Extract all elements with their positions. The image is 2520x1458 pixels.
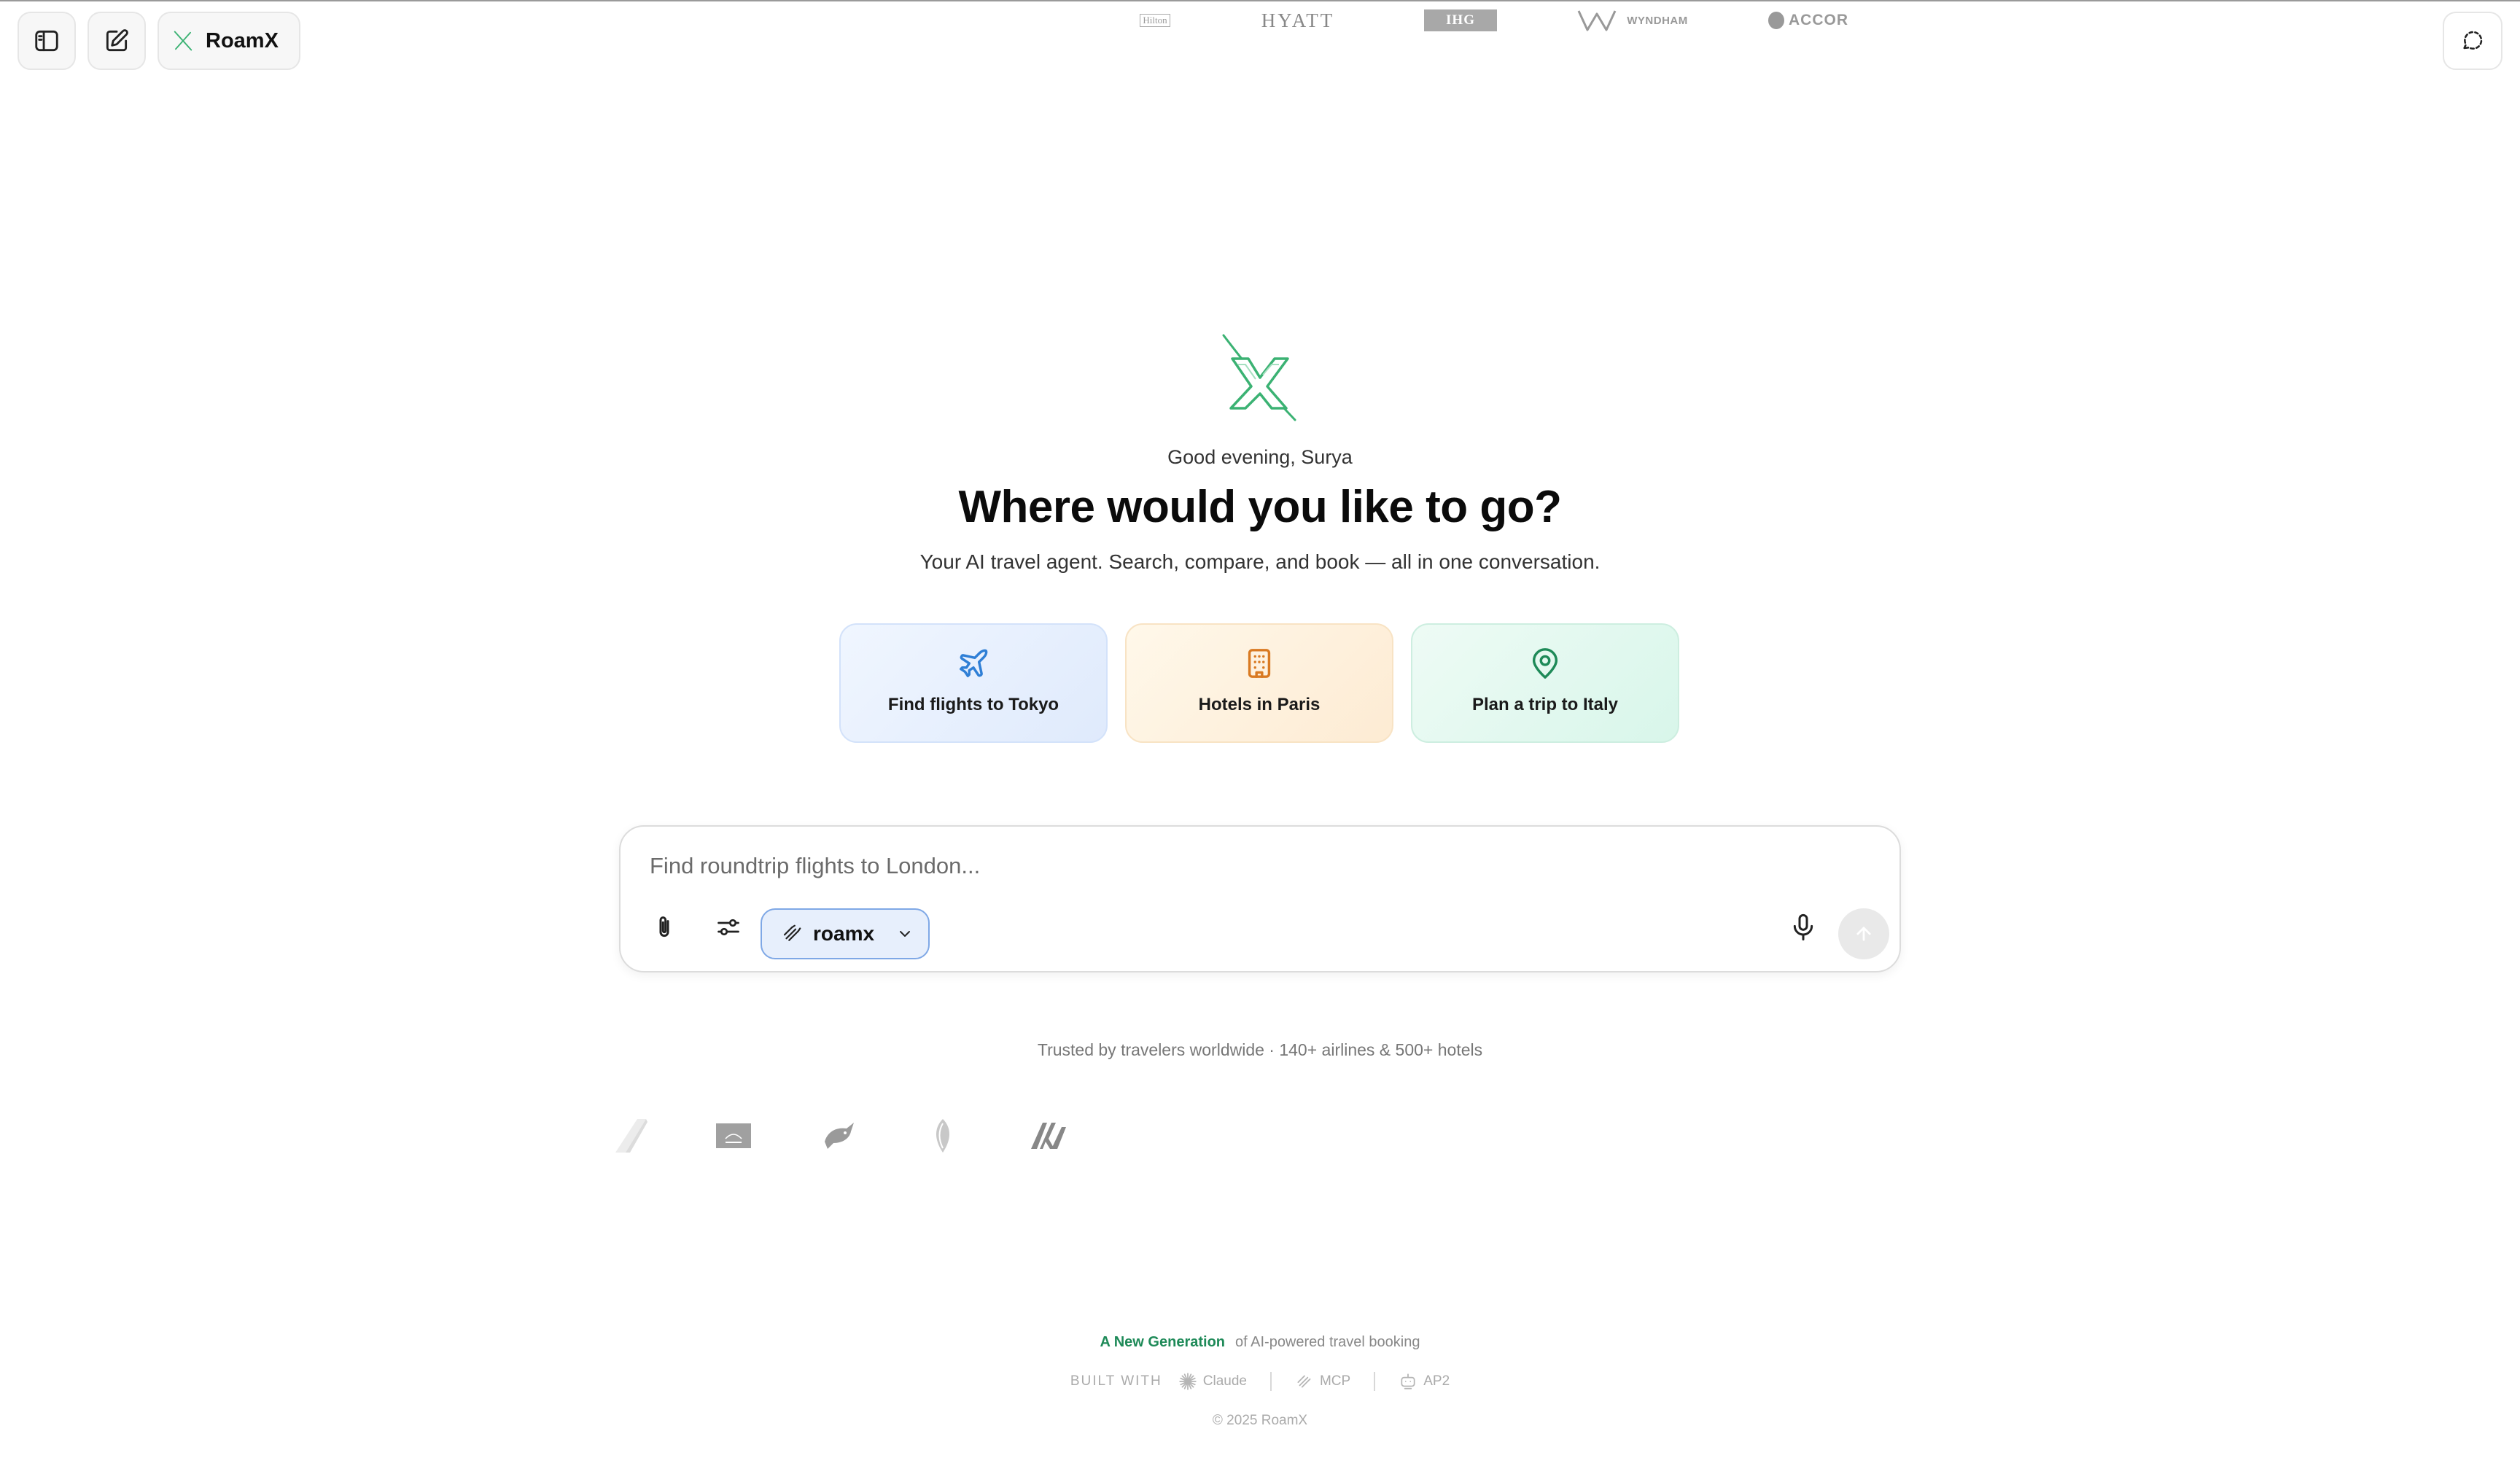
claude-spark-icon bbox=[1179, 1373, 1197, 1390]
built-with-label: BUILT WITH bbox=[1070, 1373, 1162, 1389]
footer-built-with: BUILT WITH Claude MCP AP2 bbox=[0, 1372, 2520, 1391]
built-with-mcp: MCP bbox=[1295, 1372, 1350, 1391]
wyndham-w-icon bbox=[1577, 10, 1617, 31]
new-chat-button[interactable] bbox=[88, 12, 146, 70]
accor-dot-icon bbox=[1768, 12, 1784, 29]
temporary-chat-button[interactable] bbox=[2443, 12, 2502, 70]
brand-label: RoamX bbox=[206, 28, 279, 52]
greeting-text: Good evening, Surya bbox=[1167, 446, 1353, 468]
paperclip-icon bbox=[659, 916, 669, 937]
page-subtitle: Your AI travel agent. Search, compare, a… bbox=[919, 550, 1601, 573]
roamx-logo-icon bbox=[174, 31, 192, 51]
chevron-down-icon bbox=[900, 931, 910, 937]
qatar-oryx-logo-icon bbox=[820, 1115, 859, 1156]
prompt-input[interactable] bbox=[648, 847, 1745, 885]
footer-tagline: A New Generation of AI-powered travel bo… bbox=[0, 1334, 2520, 1351]
attach-button[interactable] bbox=[642, 905, 686, 949]
footer-copyright: © 2025 RoamX bbox=[1212, 1413, 1308, 1428]
built-with-item-label: Claude bbox=[1202, 1373, 1247, 1389]
footer-divider bbox=[1269, 1372, 1272, 1391]
suggestion-card-trip[interactable]: Plan a trip to Italy bbox=[1411, 623, 1679, 743]
ihg-logo-text: IHG bbox=[1424, 9, 1497, 31]
emirates-logo-icon bbox=[715, 1115, 752, 1156]
model-select[interactable]: roamx bbox=[761, 908, 930, 959]
hilton-logo-text: Hilton bbox=[1140, 14, 1170, 27]
wyndham-logo-text: WYNDHAM bbox=[1627, 14, 1688, 27]
footer-divider bbox=[1374, 1372, 1376, 1391]
hyatt-logo: HYATT bbox=[1261, 9, 1335, 31]
page-title: Where would you like to go? bbox=[958, 482, 1562, 532]
suggestion-label: Plan a trip to Italy bbox=[1471, 695, 1619, 714]
brand-home-button[interactable]: RoamX bbox=[158, 12, 300, 70]
arrow-up-icon bbox=[1856, 927, 1871, 941]
sliders-icon bbox=[718, 919, 739, 936]
edit-icon bbox=[106, 29, 128, 52]
ihg-logo: IHG bbox=[1420, 0, 1501, 41]
suggestion-card-hotels[interactable]: Hotels in Paris bbox=[1125, 623, 1393, 743]
built-with-claude: Claude bbox=[1178, 1372, 1247, 1391]
suggestion-label: Find flights to Tokyo bbox=[887, 695, 1059, 714]
ap2-robot-icon bbox=[1401, 1373, 1415, 1389]
sidebar-icon bbox=[35, 30, 58, 52]
voice-input-button[interactable] bbox=[1781, 905, 1825, 949]
roamx-hero-logo-icon bbox=[1222, 334, 1296, 421]
marriott-logo-icon bbox=[1028, 1115, 1069, 1156]
send-button[interactable] bbox=[1838, 908, 1889, 959]
built-with-item-label: AP2 bbox=[1423, 1373, 1450, 1389]
map-pin-icon bbox=[1532, 648, 1558, 679]
footer-tagline-accent: A New Generation bbox=[1100, 1334, 1225, 1350]
mcp-icon bbox=[1297, 1375, 1311, 1388]
trust-text: Trusted by travelers worldwide · 140+ ai… bbox=[1037, 1040, 1483, 1059]
footer-tagline-rest: of AI-powered travel booking bbox=[1235, 1334, 1420, 1350]
wyndham-logo: WYNDHAM bbox=[1575, 0, 1690, 41]
building-icon bbox=[1248, 649, 1271, 678]
accor-logo-text: ACCOR bbox=[1789, 12, 1848, 28]
built-with-ap2: AP2 bbox=[1399, 1372, 1450, 1391]
model-icon bbox=[783, 924, 801, 941]
accor-logo: ACCOR bbox=[1768, 0, 1848, 41]
dashed-chat-icon bbox=[2462, 31, 2483, 50]
hilton-logo: Hilton bbox=[1136, 0, 1174, 41]
plane-icon bbox=[960, 649, 988, 677]
model-label: roamx bbox=[813, 922, 875, 945]
suggestion-label: Hotels in Paris bbox=[1198, 695, 1321, 714]
tools-settings-button[interactable] bbox=[707, 905, 750, 949]
chat-composer: roamx bbox=[619, 825, 1901, 972]
toggle-sidebar-button[interactable] bbox=[18, 12, 76, 70]
airline-tail-logo-icon bbox=[608, 1115, 649, 1156]
suggestion-card-flights[interactable]: Find flights to Tokyo bbox=[839, 623, 1108, 743]
built-with-item-label: MCP bbox=[1319, 1373, 1351, 1389]
singapore-bird-logo-icon bbox=[926, 1115, 960, 1156]
microphone-icon bbox=[1793, 913, 1813, 941]
